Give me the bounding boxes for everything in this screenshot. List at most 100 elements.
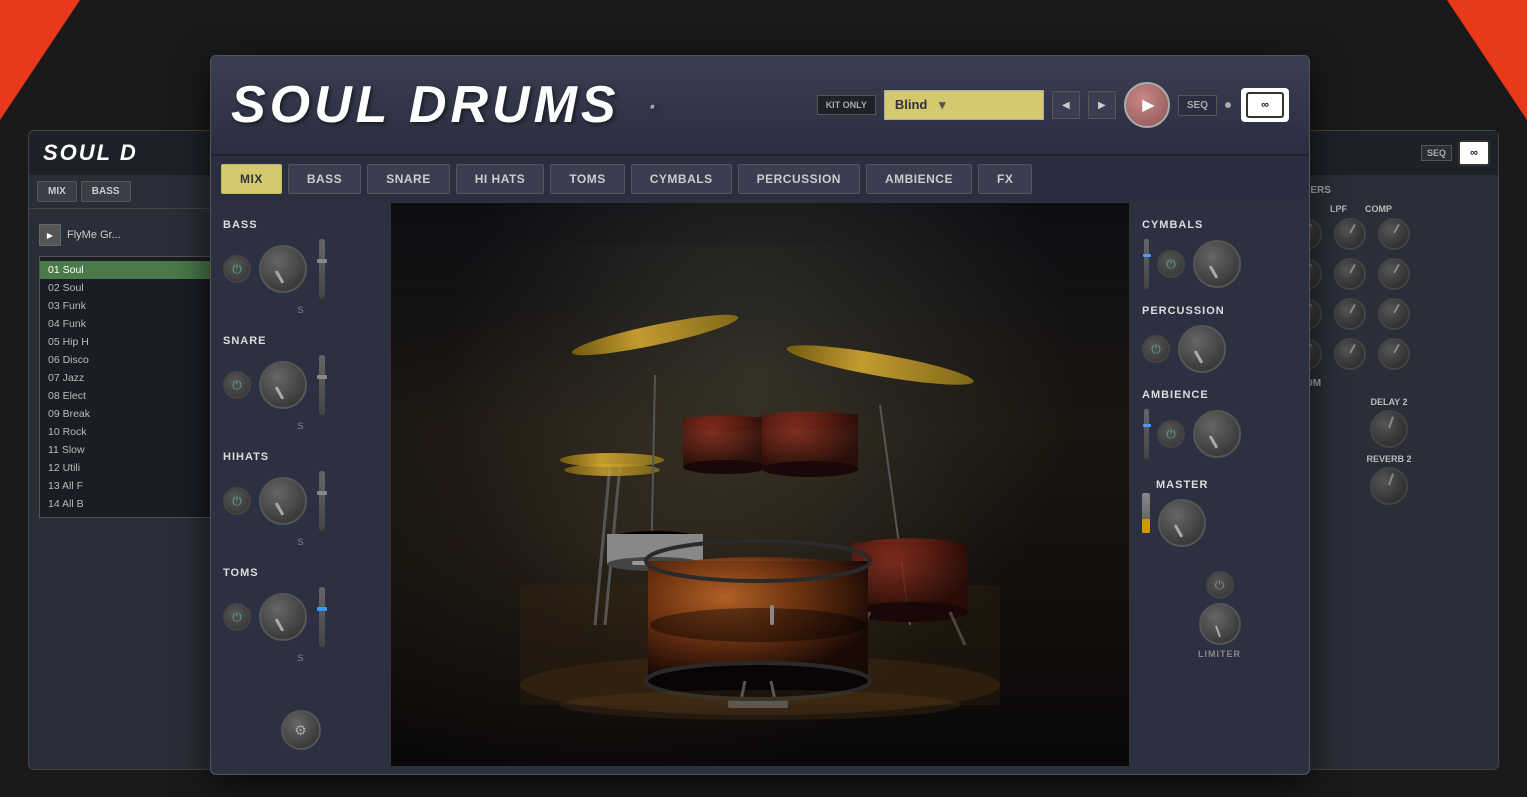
ambience-fader-thumb [1143, 424, 1151, 427]
comp-knob-4[interactable] [1378, 338, 1410, 370]
master-section: MASTER [1142, 475, 1297, 547]
filter-knobs-row2 [1290, 258, 1488, 290]
back-panel-title: SOUL D [43, 140, 138, 166]
seq-button[interactable]: SEQ [1178, 95, 1217, 116]
master-label: MASTER [1156, 479, 1208, 491]
cymbals-section: CYMBALS [1142, 219, 1297, 289]
hihats-power-button[interactable] [223, 487, 251, 515]
back-tab-mix[interactable]: MIX [37, 181, 77, 202]
cymbals-fader-thumb [1143, 254, 1151, 257]
toms-label: TOMS [223, 567, 378, 579]
bass-section: BASS S [223, 219, 378, 315]
right-back-panel-header: SEQ ∞ [1280, 131, 1498, 175]
filter-col-labels: HPF LPF COMP [1290, 204, 1488, 214]
filters-label: FILTERS [1290, 185, 1488, 196]
comp-knob-2[interactable] [1378, 258, 1410, 290]
cymbals-controls [1142, 239, 1297, 289]
master-indicator [1142, 493, 1150, 533]
delay2-knob[interactable] [1370, 410, 1408, 448]
hihats-fader-thumb [317, 491, 327, 495]
snare-fader-thumb [317, 375, 327, 379]
lpf-knob-4[interactable] [1334, 338, 1366, 370]
snare-fader[interactable] [319, 355, 325, 415]
hihats-volume-knob[interactable] [259, 477, 307, 525]
bass-power-button[interactable] [223, 255, 251, 283]
toms-fader[interactable] [319, 587, 325, 647]
mixer-icon-area: ⚙ [223, 710, 378, 750]
hihats-section: HIHATS S [223, 451, 378, 547]
limiter-label: LIMITER [1198, 649, 1241, 659]
cymbals-power-button[interactable] [1157, 250, 1185, 278]
mixer-settings-icon[interactable]: ⚙ [281, 710, 321, 750]
master-volume-knob[interactable] [1158, 499, 1206, 547]
snare-s-label: S [223, 421, 378, 431]
tab-fx[interactable]: FX [978, 164, 1032, 194]
connector-dot [1225, 102, 1231, 108]
title-bar: SOUL DRUMS · KIT ONLY Blind ▾ ◀ ▶ SEQ ∞ [211, 56, 1309, 156]
tab-bass[interactable]: BASS [288, 164, 361, 194]
snare-section: SNARE S [223, 335, 378, 431]
right-back-panel: SEQ ∞ FILTERS HPF LPF COMP [1279, 130, 1499, 770]
percussion-power-button[interactable] [1142, 335, 1170, 363]
reverb2-knob[interactable] [1370, 467, 1408, 505]
tab-hihats[interactable]: HI HATS [456, 164, 545, 194]
toms-power-button[interactable] [223, 603, 251, 631]
comp-knob-3[interactable] [1378, 298, 1410, 330]
kit-dropdown[interactable]: Blind ▾ [884, 90, 1044, 120]
kit-only-label: KIT ONLY [817, 95, 876, 115]
toms-s-label: S [223, 653, 378, 663]
ambience-fader[interactable] [1144, 409, 1149, 459]
hihats-fader[interactable] [319, 471, 325, 531]
percussion-controls [1142, 325, 1297, 373]
title-controls: KIT ONLY Blind ▾ ◀ ▶ SEQ ∞ [817, 82, 1289, 128]
bass-volume-knob[interactable] [259, 245, 307, 293]
uvi-inner-logo: ∞ [1458, 140, 1490, 166]
tab-percussion[interactable]: PERCUSSION [738, 164, 860, 194]
filter-knobs-row3 [1290, 298, 1488, 330]
limiter-area: LIMITER [1142, 571, 1297, 659]
next-kit-button[interactable]: ▶ [1088, 91, 1116, 119]
percussion-volume-knob[interactable] [1178, 325, 1226, 373]
percussion-section: PERCUSSION [1142, 305, 1297, 373]
toms-volume-knob[interactable] [259, 593, 307, 641]
play-button[interactable] [1124, 82, 1170, 128]
cymbals-volume-knob[interactable] [1193, 240, 1241, 288]
tab-bar: MIX BASS SNARE HI HATS TOMS CYMBALS PERC… [211, 156, 1309, 203]
bass-fader[interactable] [319, 239, 325, 299]
content-area: BASS S SNARE [211, 203, 1309, 766]
lpf-knob-3[interactable] [1334, 298, 1366, 330]
back-tab-bass[interactable]: BASS [81, 181, 131, 202]
snare-power-button[interactable] [223, 371, 251, 399]
snare-volume-knob[interactable] [259, 361, 307, 409]
cymbals-fader[interactable] [1144, 239, 1149, 289]
room-label: ROOM [1290, 378, 1488, 389]
tab-snare[interactable]: SNARE [367, 164, 450, 194]
limiter-knob[interactable] [1199, 603, 1241, 645]
master-fader-group [1142, 493, 1150, 533]
delay2-control: DELAY 2 [1370, 397, 1408, 448]
ambience-controls [1142, 409, 1297, 459]
groove-play-button[interactable] [39, 224, 61, 246]
ambience-section: AMBIENCE [1142, 389, 1297, 459]
master-label-knob: MASTER [1156, 479, 1208, 547]
main-title: SOUL DRUMS · [231, 75, 817, 135]
lpf-knob[interactable] [1334, 218, 1366, 250]
right-mixer-panel: CYMBALS PERCUSSION AMBIEN [1129, 203, 1309, 766]
hihats-controls [223, 471, 378, 531]
lpf-knob-2[interactable] [1334, 258, 1366, 290]
tab-ambience[interactable]: AMBIENCE [866, 164, 972, 194]
tab-mix[interactable]: MIX [221, 164, 282, 194]
hihats-s-label: S [223, 537, 378, 547]
comp-knob[interactable] [1378, 218, 1410, 250]
limiter-power-button[interactable] [1206, 571, 1234, 599]
ambience-power-button[interactable] [1157, 420, 1185, 448]
master-yellow-indicator [1142, 519, 1150, 533]
prev-kit-button[interactable]: ◀ [1052, 91, 1080, 119]
snare-controls [223, 355, 378, 415]
tab-cymbals[interactable]: CYMBALS [631, 164, 732, 194]
ambience-volume-knob[interactable] [1193, 410, 1241, 458]
tab-toms[interactable]: TOMS [550, 164, 624, 194]
left-mixer-panel: BASS S SNARE [211, 203, 391, 766]
toms-controls [223, 587, 378, 647]
drum-stage [391, 203, 1129, 766]
